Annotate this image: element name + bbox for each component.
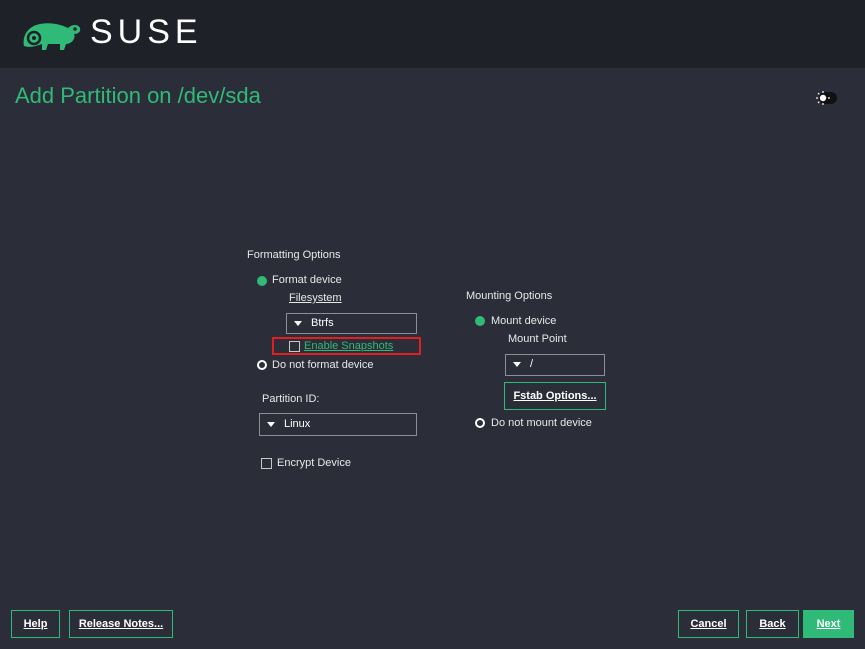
sun-icon[interactable] — [813, 90, 837, 106]
partition-id-select[interactable]: Linux — [259, 413, 417, 436]
chevron-down-icon — [294, 321, 302, 326]
chevron-down-icon — [267, 422, 275, 427]
mount-point-label: Mount Point — [508, 333, 567, 345]
mount-point-value: / — [530, 358, 534, 370]
mount-device-label[interactable]: Mount device — [491, 315, 556, 327]
encrypt-device-checkbox[interactable] — [261, 458, 272, 469]
filesystem-label: Filesystem — [289, 292, 342, 304]
page-title: Add Partition on /dev/sda — [15, 83, 261, 108]
top-bar: SUSE — [0, 0, 865, 68]
fstab-options-button[interactable]: Fstab Options... — [504, 382, 606, 410]
do-not-format-radio[interactable] — [257, 360, 267, 370]
suse-chameleon-icon — [23, 23, 81, 50]
do-not-mount-label[interactable]: Do not mount device — [491, 417, 592, 429]
formatting-options-heading: Formatting Options — [247, 249, 341, 261]
enable-snapshots-checkbox[interactable] — [289, 341, 300, 352]
partition-id-label: Partition ID: — [262, 393, 320, 405]
release-notes-button[interactable]: Release Notes... — [69, 610, 173, 638]
cancel-button[interactable]: Cancel — [678, 610, 739, 638]
filesystem-value: Btrfs — [311, 317, 334, 329]
next-button[interactable]: Next — [803, 610, 854, 638]
format-device-radio[interactable] — [257, 276, 267, 286]
brand-name: SUSE — [90, 13, 203, 51]
mount-device-radio[interactable] — [475, 316, 485, 326]
mounting-options-heading: Mounting Options — [466, 290, 553, 302]
format-device-label[interactable]: Format device — [272, 274, 342, 286]
filesystem-select[interactable]: Btrfs — [286, 313, 417, 334]
mount-point-select[interactable]: / — [505, 354, 605, 376]
do-not-mount-radio[interactable] — [475, 418, 485, 428]
help-button[interactable]: Help — [11, 610, 60, 638]
do-not-format-label[interactable]: Do not format device — [272, 359, 374, 371]
chevron-down-icon — [513, 362, 521, 367]
partition-id-value: Linux — [284, 418, 311, 430]
encrypt-device-label[interactable]: Encrypt Device — [277, 457, 351, 469]
back-button[interactable]: Back — [746, 610, 799, 638]
enable-snapshots-label[interactable]: Enable Snapshots — [304, 340, 393, 352]
